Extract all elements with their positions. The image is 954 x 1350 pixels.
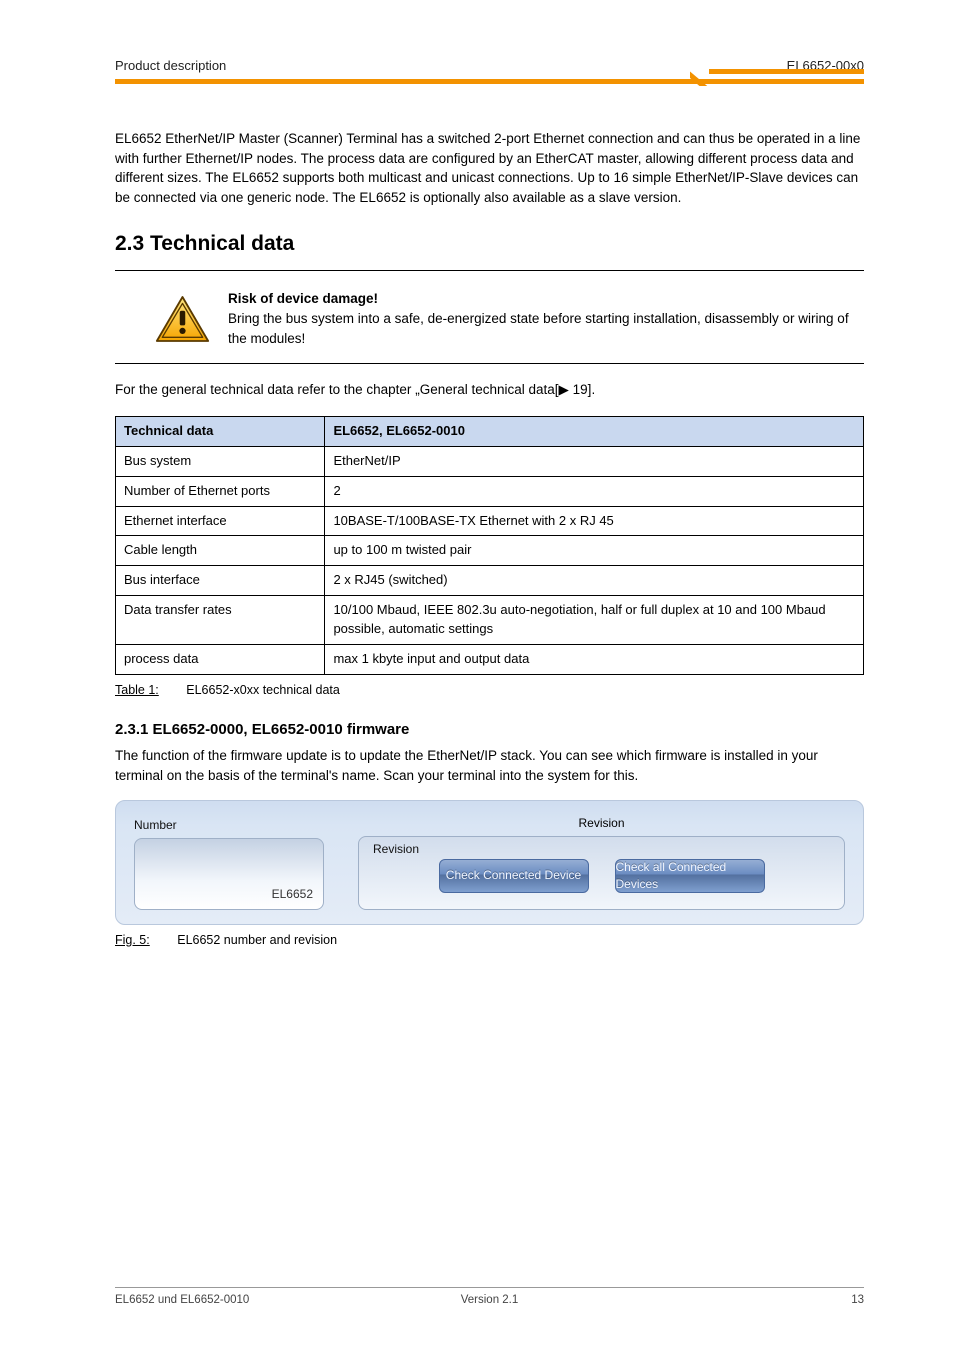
th-1: Technical data	[116, 417, 325, 447]
number-label: Number	[134, 817, 334, 834]
section-heading: 2.3 Technical data	[115, 229, 864, 259]
general-link[interactable]: „General technical data[▶ 19]	[415, 382, 591, 397]
fig-text: EL6652 number and revision	[177, 933, 337, 947]
footer-left: EL6652 und EL6652-0010	[115, 1294, 365, 1306]
table-header-row: Technical data EL6652, EL6652-0010	[116, 417, 864, 447]
table-caption: Table 1: EL6652-x0xx technical data	[115, 681, 864, 699]
table-row: Ethernet interface10BASE-T/100BASE-TX Et…	[116, 506, 864, 536]
table-row: Bus systemEtherNet/IP	[116, 446, 864, 476]
number-input[interactable]: EL6652	[134, 838, 324, 910]
caption-label: Table 1:	[115, 683, 183, 697]
table-row: Data transfer rates10/100 Mbaud, IEEE 80…	[116, 596, 864, 645]
firmware-paragraph: The function of the firmware update is t…	[115, 746, 864, 785]
revision-top-label: Revision	[358, 815, 845, 832]
warning-title: Risk of device damage!	[228, 291, 378, 306]
gui-panel: Number EL6652 Revision Revision Check Co…	[115, 800, 864, 925]
footer-right: 13	[614, 1294, 864, 1306]
general-note: For the general technical data refer to …	[115, 380, 864, 400]
table-row: Number of Ethernet ports2	[116, 476, 864, 506]
footer-center: Version 2.1	[365, 1294, 615, 1306]
page: Product description EL6652-00x0 EL6652 E…	[0, 0, 954, 1350]
check-device-button[interactable]: Check Connected Device	[439, 859, 589, 893]
table-row: process datamax 1 kbyte input and output…	[116, 644, 864, 674]
warning-text: Risk of device damage! Bring the bus sys…	[228, 289, 864, 350]
spec-table: Technical data EL6652, EL6652-0010 Bus s…	[115, 416, 864, 675]
content: EL6652 EtherNet/IP Master (Scanner) Term…	[115, 89, 864, 949]
table-row: Cable lengthup to 100 m twisted pair	[116, 536, 864, 566]
header-left: Product description	[115, 58, 767, 77]
revision-frame: Revision Check Connected Device Check al…	[358, 836, 845, 910]
th-2: EL6652, EL6652-0010	[325, 417, 864, 447]
caption-text: EL6652-x0xx technical data	[186, 683, 340, 697]
page-footer: EL6652 und EL6652-0010 Version 2.1 13	[115, 1287, 864, 1306]
warning-row: Risk of device damage! Bring the bus sys…	[115, 271, 864, 364]
figure-caption: Fig. 5: EL6652 number and revision	[115, 931, 864, 949]
revision-frame-title: Revision	[373, 841, 419, 858]
warning-body: Bring the bus system into a safe, de-ene…	[228, 311, 849, 346]
header-right: EL6652-00x0	[767, 58, 864, 77]
header-rule	[115, 79, 864, 89]
intro-paragraph: EL6652 EtherNet/IP Master (Scanner) Term…	[115, 129, 864, 207]
subsection-heading: 2.3.1 EL6652-0000, EL6652-0010 firmware	[115, 719, 864, 741]
fig-label: Fig. 5:	[115, 933, 174, 947]
warning-icon	[155, 295, 210, 343]
check-all-devices-button[interactable]: Check all Connected Devices	[615, 859, 765, 893]
page-header: Product description EL6652-00x0	[115, 0, 864, 77]
rule-bottom	[115, 363, 864, 364]
table-row: Bus interface2 x RJ45 (switched)	[116, 566, 864, 596]
